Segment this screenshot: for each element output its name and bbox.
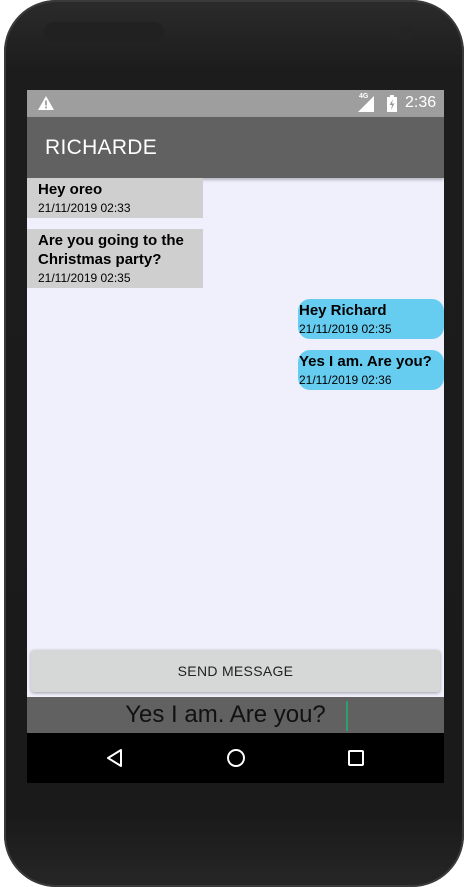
recents-icon [348, 750, 364, 766]
message-timestamp: 21/11/2019 02:35 [299, 322, 392, 336]
message-bubble-outgoing: Yes I am. Are you? 21/11/2019 02:36 [298, 350, 444, 390]
status-clock: 2:36 [405, 94, 437, 111]
front-camera [398, 25, 414, 41]
message-timestamp: 21/11/2019 02:33 [38, 201, 131, 215]
message-text: Are you going to the Christmas party? [38, 232, 184, 268]
phone-screen: 4G 2:36 RICHARDE Hey oreo 21/11/2019 02:… [27, 90, 444, 783]
message-timestamp: 21/11/2019 02:36 [299, 373, 392, 387]
status-bar: 4G 2:36 [27, 90, 444, 117]
home-button[interactable] [222, 744, 250, 772]
message-bubble-incoming: Are you going to the Christmas party? 21… [27, 229, 203, 288]
network-type-label: 4G [359, 93, 369, 100]
app-bar: RICHARDE [27, 117, 444, 178]
earpiece-speaker [44, 22, 164, 42]
message-input[interactable] [27, 697, 444, 733]
message-input-bar [27, 697, 444, 733]
back-icon [107, 749, 122, 767]
warning-icon [38, 96, 54, 110]
device-frame: 4G 2:36 RICHARDE Hey oreo 21/11/2019 02:… [0, 0, 468, 887]
navigation-bar [27, 733, 444, 783]
chat-contact-title: RICHARDE [45, 136, 158, 159]
back-button[interactable] [101, 744, 129, 772]
message-text: Hey oreo [38, 181, 103, 198]
message-bubble-outgoing: Hey Richard 21/11/2019 02:35 [298, 299, 444, 339]
message-text: Yes I am. Are you? [299, 353, 432, 370]
message-text: Hey Richard [299, 302, 387, 319]
home-icon [227, 749, 245, 767]
text-cursor [346, 701, 348, 731]
send-message-button[interactable]: SEND MESSAGE [31, 650, 440, 692]
battery-charging-icon [387, 95, 397, 112]
message-bubble-incoming: Hey oreo 21/11/2019 02:33 [27, 178, 203, 218]
message-list[interactable]: Hey oreo 21/11/2019 02:33 Are you going … [27, 178, 444, 648]
message-timestamp: 21/11/2019 02:35 [38, 271, 131, 285]
recents-button[interactable] [342, 744, 370, 772]
